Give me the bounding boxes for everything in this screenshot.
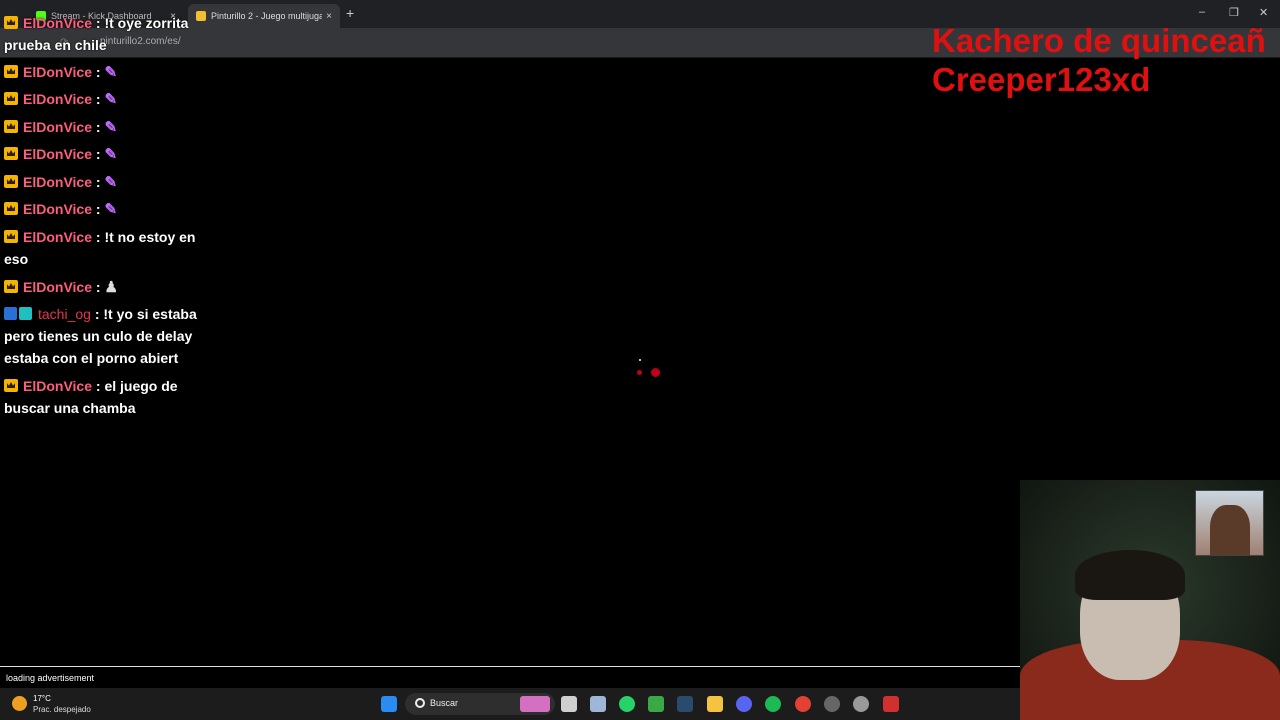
taskbar-search[interactable]: Buscar <box>405 693 555 715</box>
chat-username: ElDonVice <box>23 91 92 107</box>
windows-taskbar: 17°C Prac. despejado Buscar <box>0 688 1020 720</box>
star-app-icon[interactable] <box>883 696 899 712</box>
chat-message: ElDonVice : ✎ <box>4 88 210 111</box>
whatsapp-icon[interactable] <box>619 696 635 712</box>
discord-icon[interactable] <box>736 696 752 712</box>
crown-badge-icon <box>4 65 18 78</box>
calculator-icon[interactable] <box>590 696 606 712</box>
chat-message: ElDonVice : !t oye zorrita prueba en chi… <box>4 12 210 56</box>
chat-message: ElDonVice : !t no estoy en eso <box>4 226 210 270</box>
chat-message: ElDonVice : ✎ <box>4 116 210 139</box>
task-view-icon[interactable] <box>561 696 577 712</box>
crown-badge-icon <box>4 16 18 29</box>
minimize-icon[interactable]: – <box>1199 6 1205 18</box>
maximize-icon[interactable]: ❐ <box>1229 6 1239 19</box>
webcam-person <box>1210 505 1250 555</box>
chat-username: ElDonVice <box>23 146 92 162</box>
start-icon[interactable] <box>381 696 397 712</box>
search-label: Buscar <box>430 698 459 708</box>
chat-separator: : <box>95 174 101 190</box>
chat-username: ElDonVice <box>23 279 92 295</box>
weather-temperature[interactable]: 17°C <box>33 694 51 703</box>
spinner-dot <box>639 359 641 361</box>
emote-icon: ✎ <box>104 119 118 136</box>
chat-username: ElDonVice <box>23 378 92 394</box>
spinner-dot <box>651 368 660 377</box>
chat-username: ElDonVice <box>23 119 92 135</box>
chat-separator: : <box>95 119 101 135</box>
chat-username: tachi_og <box>38 306 91 322</box>
webcam-hair <box>1075 550 1185 600</box>
subscriber-badge-icon <box>19 307 32 320</box>
emote-icon: ✎ <box>104 174 118 191</box>
chat-username: ElDonVice <box>23 229 92 245</box>
crown-badge-icon <box>4 175 18 188</box>
chat-message: tachi_og : !t yo si estaba pero tienes u… <box>4 303 210 369</box>
crown-badge-icon <box>4 230 18 243</box>
weather-condition[interactable]: Prac. despejado <box>33 705 91 714</box>
chat-username: ElDonVice <box>23 201 92 217</box>
obs-icon[interactable] <box>824 696 840 712</box>
chat-username: ElDonVice <box>23 64 92 80</box>
overlay-subtitle: Creeper123xd <box>932 61 1151 98</box>
search-icon <box>415 698 425 708</box>
close-icon[interactable]: × <box>326 11 332 22</box>
chat-message: ElDonVice : ✎ <box>4 61 210 84</box>
chat-separator: : <box>95 91 101 107</box>
chat-username: ElDonVice <box>23 174 92 190</box>
crown-badge-icon <box>4 120 18 133</box>
spinner-dot <box>637 370 642 375</box>
app-icon[interactable] <box>853 696 869 712</box>
minecraft-icon[interactable] <box>648 696 664 712</box>
emote-icon: ✎ <box>104 146 118 163</box>
chat-message: ElDonVice : ♟ <box>4 276 210 299</box>
chat-message: ElDonVice : el juego de buscar una chamb… <box>4 375 210 419</box>
loading-text: loading advertisement <box>6 673 95 683</box>
chat-separator: : <box>95 64 101 80</box>
chrome-icon[interactable] <box>795 696 811 712</box>
chat-separator: : <box>95 279 101 295</box>
weather-icon[interactable] <box>12 696 27 711</box>
moderator-badge-icon <box>4 307 17 320</box>
emote-icon: ✎ <box>104 64 118 81</box>
steam-icon[interactable] <box>677 696 693 712</box>
emote-icon: ✎ <box>104 91 118 108</box>
chat-separator: : <box>95 229 101 245</box>
spotify-icon[interactable] <box>765 696 781 712</box>
chat-text: !t yo si estaba pero tienes un culo de d… <box>4 306 197 366</box>
tab-label: Pinturillo 2 - Juego multijugador <box>211 11 323 21</box>
chat-separator: : <box>95 146 101 162</box>
emote-icon: ✎ <box>104 201 118 218</box>
tulips-icon <box>520 696 550 712</box>
overlay-title: Kachero de quinceañ <box>932 22 1266 59</box>
chat-separator: : <box>95 201 101 217</box>
secondary-webcam <box>1195 490 1264 556</box>
chat-separator: : <box>94 306 100 322</box>
chat-message: ElDonVice : ✎ <box>4 143 210 166</box>
chat-message: ElDonVice : ✎ <box>4 198 210 221</box>
crown-badge-icon <box>4 379 18 392</box>
chat-username: ElDonVice <box>23 15 92 31</box>
new-tab-icon[interactable]: + <box>346 5 354 21</box>
crown-badge-icon <box>4 280 18 293</box>
tab-pinturillo[interactable]: Pinturillo 2 - Juego multijugador × <box>188 4 340 28</box>
crown-badge-icon <box>4 92 18 105</box>
ad-loading-bar: loading advertisement <box>0 666 1020 688</box>
chat-separator: : <box>95 15 101 31</box>
crown-badge-icon <box>4 147 18 160</box>
window-close-icon[interactable]: ✕ <box>1259 6 1268 19</box>
folder-icon[interactable] <box>707 696 723 712</box>
chat-message: ElDonVice : ✎ <box>4 171 210 194</box>
crown-badge-icon <box>4 202 18 215</box>
emote-icon: ♟ <box>104 279 118 296</box>
chat-separator: : <box>95 378 101 394</box>
